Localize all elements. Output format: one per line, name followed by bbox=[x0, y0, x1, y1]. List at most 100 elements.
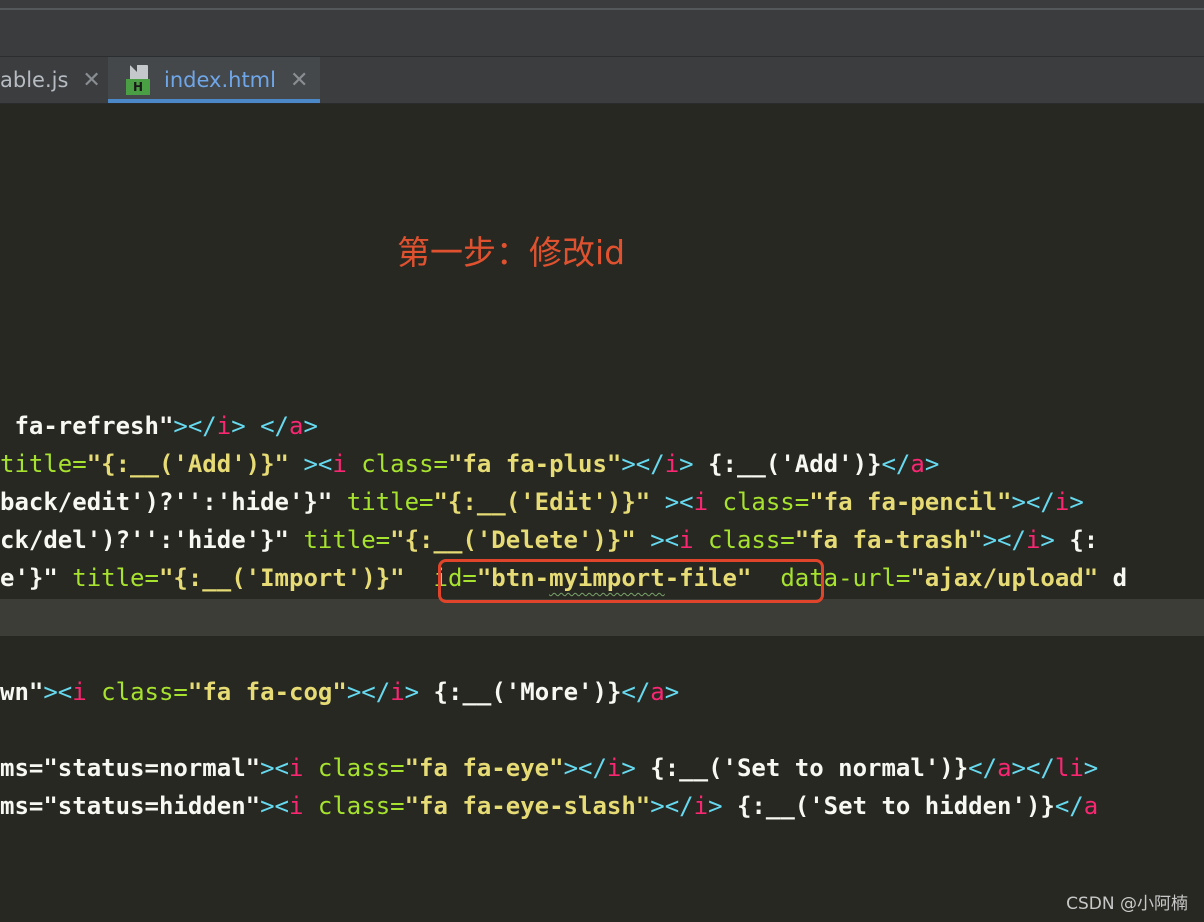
code-line[interactable]: ms="status=hidden"><i class="fa fa-eye-s… bbox=[0, 789, 1098, 823]
code-token: i bbox=[289, 792, 318, 820]
code-token: > bbox=[708, 792, 737, 820]
code-token: ></ bbox=[621, 450, 665, 478]
watermark: CSDN @小阿楠 bbox=[1066, 894, 1188, 914]
code-token: >< bbox=[260, 754, 289, 782]
code-token: class= bbox=[101, 678, 188, 706]
step-annotation: 第一步：修改id bbox=[397, 233, 626, 272]
code-token: ></ bbox=[173, 412, 217, 440]
code-token: title= bbox=[303, 526, 391, 554]
code-token: i bbox=[1025, 526, 1041, 554]
code-line[interactable]: title="{:__('Add')}" ><i class="fa fa-pl… bbox=[0, 447, 939, 481]
code-token: i bbox=[693, 488, 723, 516]
code-token: i bbox=[679, 526, 709, 554]
close-icon[interactable]: ✕ bbox=[82, 68, 100, 93]
code-token: >< bbox=[664, 488, 694, 516]
code-token: "fa fa-plus" bbox=[447, 450, 622, 478]
code-token: ms="status=normal" bbox=[0, 754, 261, 782]
code-token: > bbox=[1040, 526, 1070, 554]
code-token: </ bbox=[1054, 792, 1084, 820]
code-token: > </ bbox=[231, 412, 289, 440]
code-token: ck/del')?'':'hide'}" bbox=[0, 526, 304, 554]
toolbar-divider bbox=[0, 8, 1204, 10]
html-file-icon: H bbox=[126, 65, 154, 95]
code-token: "fa fa-cog" bbox=[187, 678, 347, 706]
code-line[interactable]: fa-refresh"></i> </a> bbox=[0, 409, 318, 443]
code-token: ></ bbox=[1011, 754, 1055, 782]
code-token: "fa fa-pencil" bbox=[809, 488, 1012, 516]
code-token: "fa fa-eye" bbox=[404, 754, 564, 782]
code-token: li bbox=[1054, 754, 1084, 782]
code-line[interactable]: wn"><i class="fa fa-cog"></i> {:__('More… bbox=[0, 675, 679, 709]
editor-tab-bar: able.js ✕ H index.html ✕ bbox=[0, 56, 1204, 104]
code-token: title= bbox=[346, 488, 434, 516]
code-token: i bbox=[693, 792, 709, 820]
code-token: class= bbox=[317, 792, 405, 820]
code-token: a bbox=[650, 678, 665, 706]
code-line[interactable]: ck/del')?'':'hide'}" title="{:__('Delete… bbox=[0, 523, 1098, 557]
code-token: "{:__('Delete')}" bbox=[390, 526, 636, 554]
code-token: back/edit')?'':'hide'}" bbox=[0, 488, 347, 516]
code-token: >< bbox=[303, 450, 333, 478]
code-token: >< bbox=[43, 678, 73, 706]
active-tab-indicator bbox=[108, 99, 320, 103]
code-token: ></ bbox=[346, 678, 391, 706]
code-token: > bbox=[303, 412, 318, 440]
tab-table-js[interactable]: able.js ✕ bbox=[0, 57, 108, 103]
code-token: i bbox=[390, 678, 405, 706]
code-token: {:__('More')} bbox=[433, 678, 622, 706]
highlight-box bbox=[438, 559, 824, 603]
code-token: i bbox=[606, 754, 622, 782]
code-token: ></ bbox=[1011, 488, 1055, 516]
code-token: class= bbox=[361, 450, 448, 478]
code-token: "fa fa-trash" bbox=[794, 526, 983, 554]
code-token: wn" bbox=[0, 678, 44, 706]
code-token: > bbox=[1083, 754, 1099, 782]
close-icon[interactable]: ✕ bbox=[290, 68, 308, 93]
code-token: {:__('Set to normal')} bbox=[650, 754, 969, 782]
code-token: {: bbox=[1069, 526, 1099, 554]
code-token: > bbox=[404, 678, 434, 706]
window-toolbar bbox=[0, 0, 1204, 56]
code-token: a bbox=[289, 412, 304, 440]
code-token: title= bbox=[72, 564, 159, 592]
code-token: d bbox=[1098, 564, 1128, 592]
code-token: class= bbox=[317, 754, 405, 782]
code-token: "ajax/upload" bbox=[910, 564, 1099, 592]
code-token: </ bbox=[621, 678, 651, 706]
code-line[interactable]: back/edit')?'':'hide'}" title="{:__('Edi… bbox=[0, 485, 1084, 519]
tab-index-html[interactable]: H index.html ✕ bbox=[108, 57, 320, 103]
code-token: e'}" bbox=[0, 564, 73, 592]
code-token: i bbox=[332, 450, 362, 478]
code-token: a bbox=[1083, 792, 1099, 820]
code-token: ></ bbox=[982, 526, 1026, 554]
code-token: >< bbox=[650, 526, 680, 554]
code-token: > bbox=[1069, 488, 1084, 516]
code-token: title= bbox=[0, 450, 87, 478]
code-token: i bbox=[664, 450, 680, 478]
code-token: </ bbox=[968, 754, 998, 782]
code-line[interactable]: ms="status=normal"><i class="fa fa-eye">… bbox=[0, 751, 1098, 785]
code-token: i bbox=[289, 754, 318, 782]
code-token: i bbox=[1054, 488, 1070, 516]
code-token: ></ bbox=[650, 792, 694, 820]
code-token: "{:__('Add')}" bbox=[86, 450, 289, 478]
current-line-highlight bbox=[0, 599, 1204, 636]
code-token: > bbox=[924, 450, 940, 478]
code-token: class= bbox=[722, 488, 810, 516]
code-token: ms="status=hidden" bbox=[0, 792, 261, 820]
code-token: "fa fa-eye-slash" bbox=[404, 792, 651, 820]
code-token: i bbox=[216, 412, 232, 440]
code-token: > bbox=[679, 450, 709, 478]
code-token: class= bbox=[708, 526, 795, 554]
code-token: i bbox=[72, 678, 102, 706]
code-token: fa-refresh" bbox=[0, 412, 174, 440]
tab-label: able.js bbox=[0, 68, 69, 92]
code-token: {:__('Add')} bbox=[708, 450, 882, 478]
code-token: {:__('Set to hidden')} bbox=[736, 792, 1055, 820]
code-token: a bbox=[997, 754, 1012, 782]
code-token: </ bbox=[881, 450, 911, 478]
